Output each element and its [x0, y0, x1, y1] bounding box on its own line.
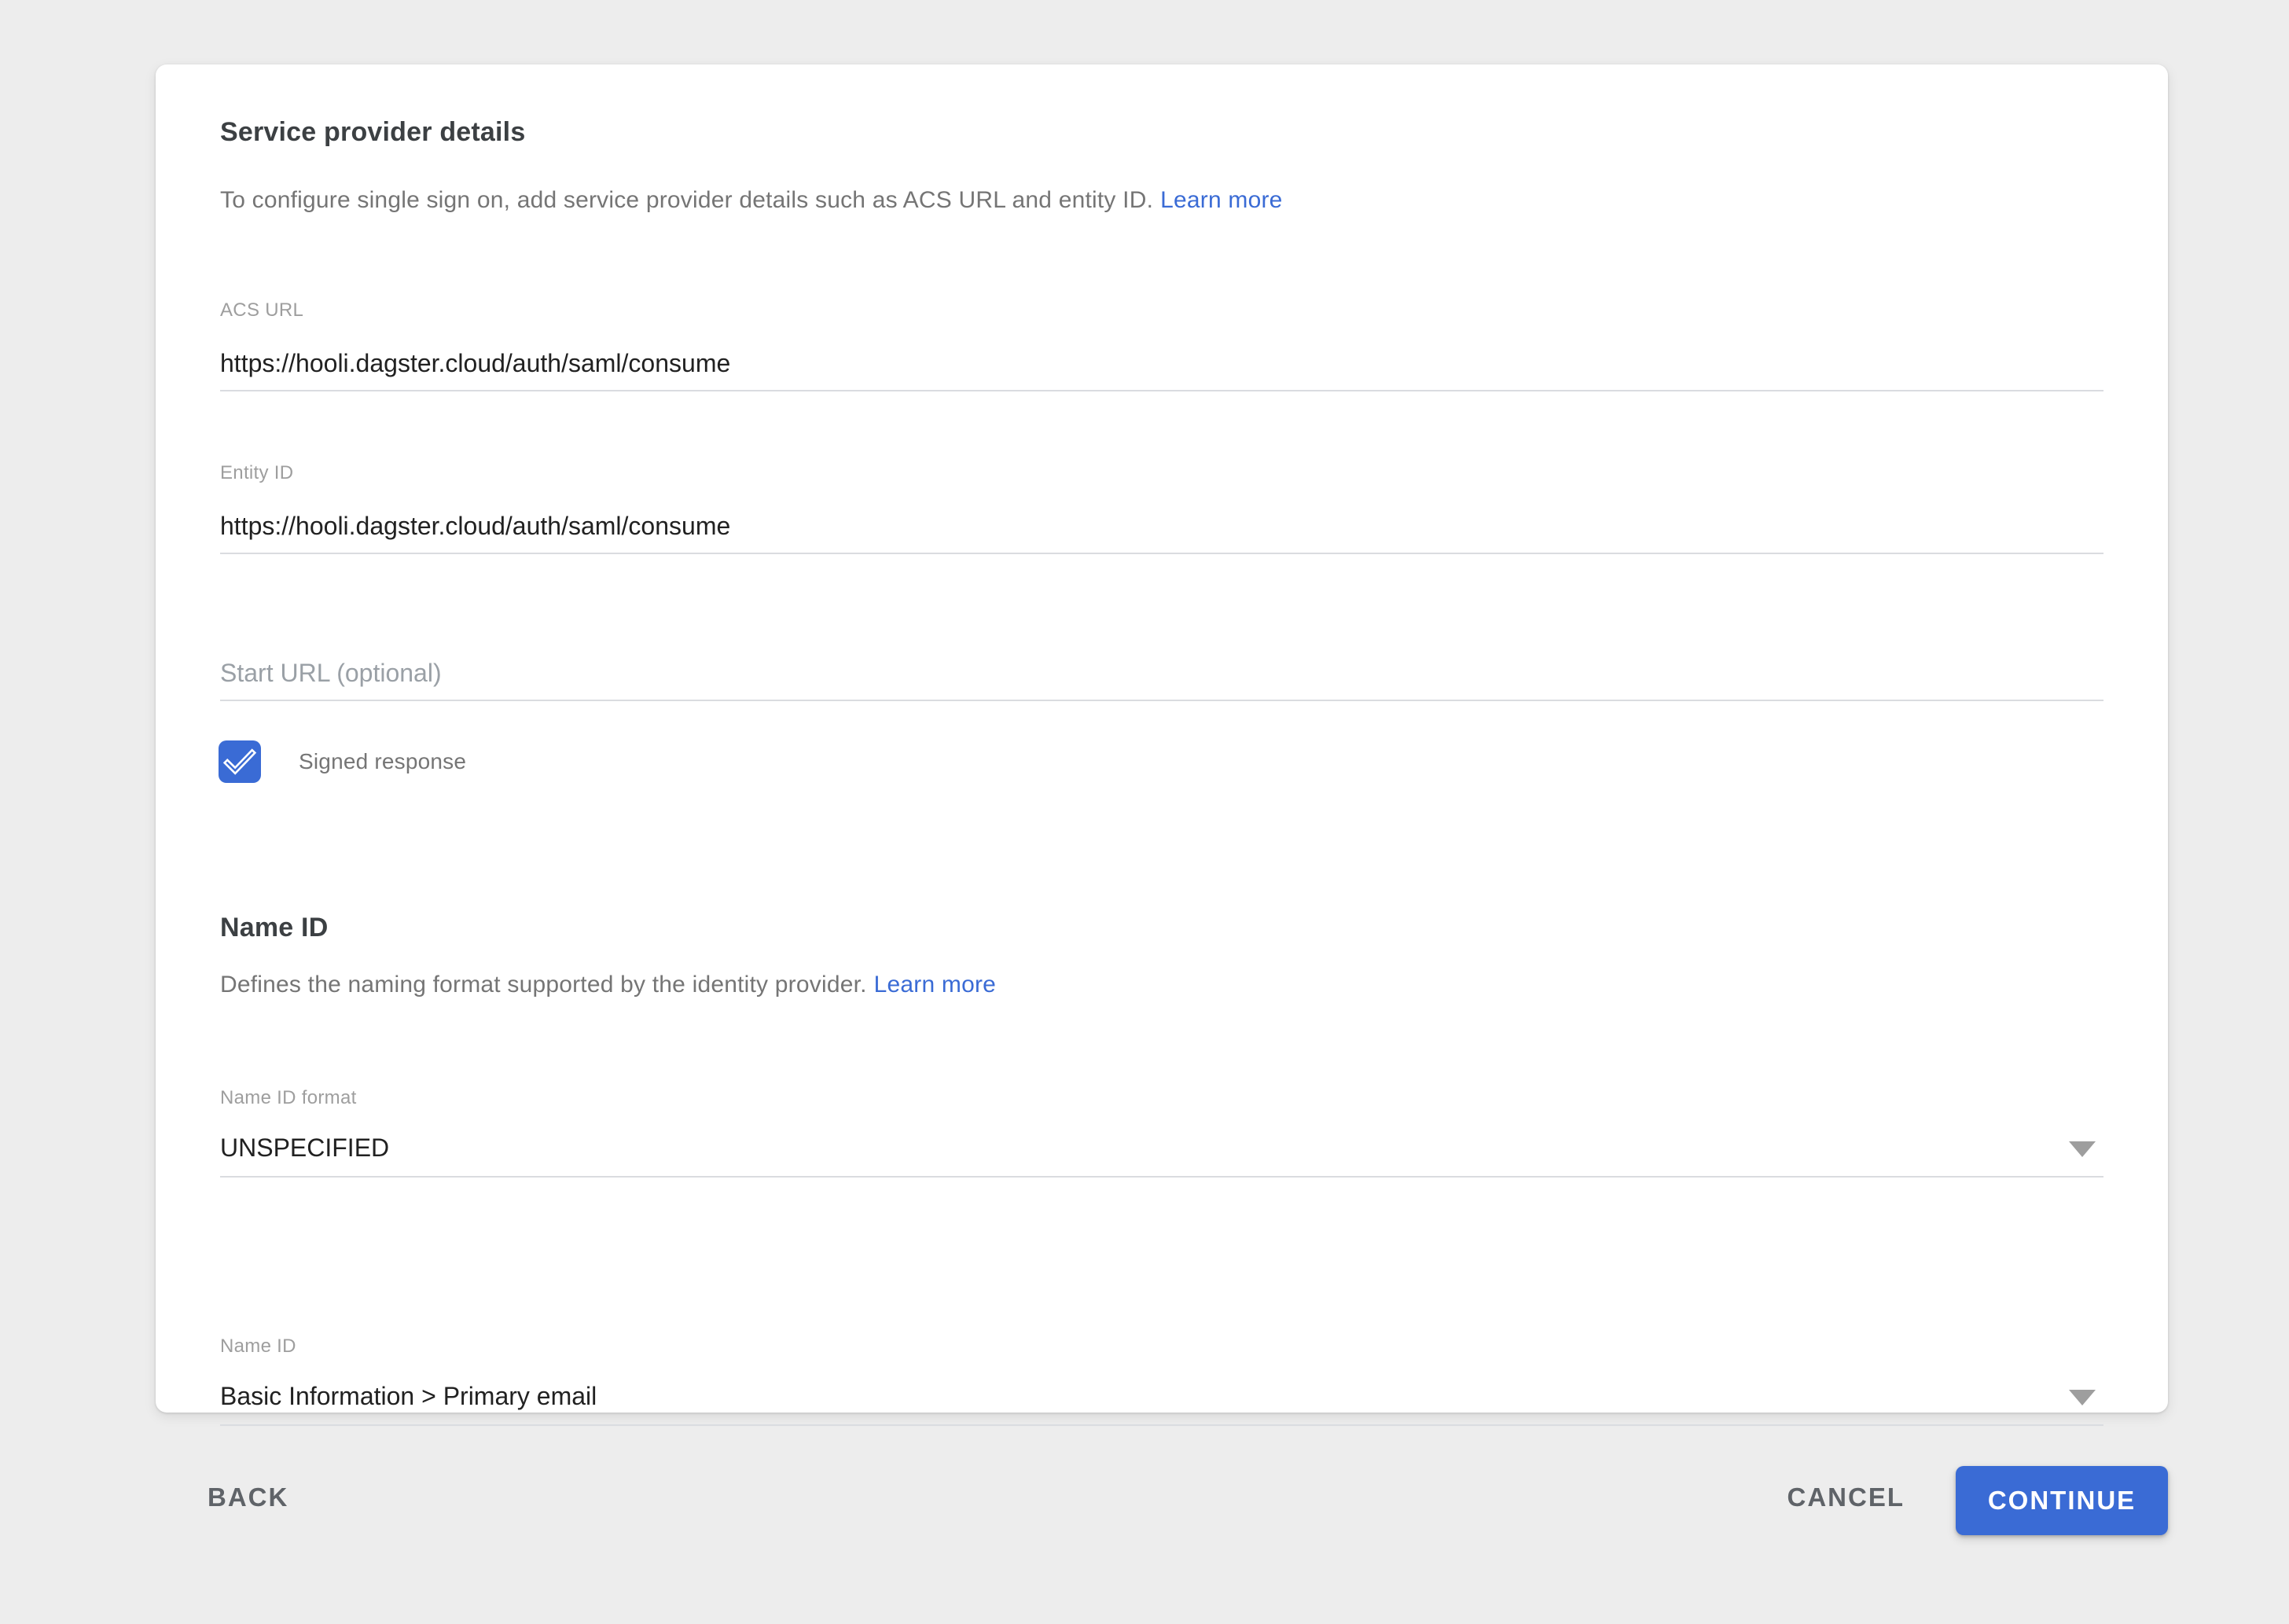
checkmark-icon — [219, 740, 261, 783]
signed-response-checkbox[interactable] — [219, 740, 261, 783]
name-id-description-text: Defines the naming format supported by t… — [220, 972, 867, 998]
name-id-value: Basic Information > Primary email — [220, 1379, 2103, 1426]
signed-response-row: Signed response — [219, 739, 2102, 784]
name-id-label: Name ID — [220, 1335, 2103, 1358]
name-id-section-description: Defines the naming format supported by t… — [220, 967, 2103, 1003]
entity-id-input[interactable] — [220, 509, 2103, 554]
service-provider-learn-more-link[interactable]: Learn more — [1160, 187, 1282, 213]
back-button[interactable]: BACK — [187, 1474, 309, 1521]
name-id-select[interactable]: Name ID Basic Information > Primary emai… — [220, 1335, 2103, 1426]
acs-url-field-group: ACS URL — [220, 299, 2103, 391]
service-provider-description-text: To configure single sign on, add service… — [220, 187, 1153, 213]
continue-button[interactable]: CONTINUE — [1956, 1466, 2168, 1535]
start-url-field-group — [220, 656, 2103, 701]
name-id-learn-more-link[interactable]: Learn more — [874, 972, 996, 998]
name-id-format-label: Name ID format — [220, 1086, 2103, 1110]
service-provider-title: Service provider details — [220, 113, 2103, 151]
acs-url-input[interactable] — [220, 346, 2103, 391]
name-id-format-value: UNSPECIFIED — [220, 1130, 2103, 1178]
service-provider-card: Service provider details To configure si… — [156, 64, 2168, 1413]
name-id-format-select[interactable]: Name ID format UNSPECIFIED — [220, 1086, 2103, 1178]
page: Service provider details To configure si… — [0, 0, 2289, 1624]
service-provider-description: To configure single sign on, add service… — [220, 182, 2103, 219]
entity-id-label: Entity ID — [220, 461, 2103, 485]
acs-url-label: ACS URL — [220, 299, 2103, 322]
entity-id-field-group: Entity ID — [220, 461, 2103, 554]
name-id-section-title: Name ID — [220, 909, 2103, 946]
chevron-down-icon — [2069, 1141, 2096, 1157]
chevron-down-icon — [2069, 1390, 2096, 1405]
start-url-input[interactable] — [220, 656, 2103, 701]
signed-response-label: Signed response — [299, 749, 466, 774]
cancel-button[interactable]: CANCEL — [1767, 1474, 1926, 1521]
